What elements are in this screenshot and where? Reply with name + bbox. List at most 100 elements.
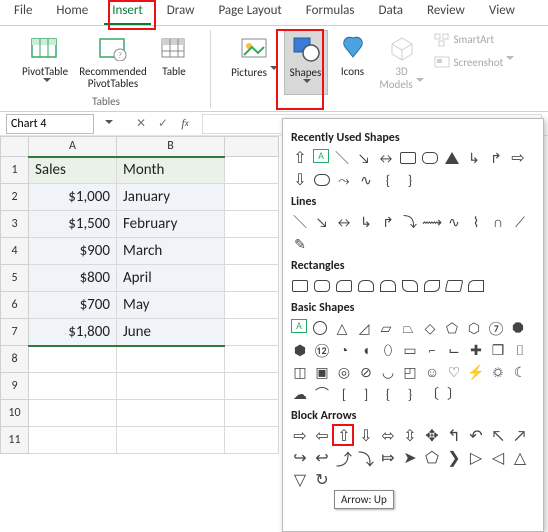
shape-rect[interactable] bbox=[399, 149, 417, 167]
shape-text-box[interactable]: A bbox=[313, 149, 329, 163]
bshape-nosymbol[interactable]: ⊘ bbox=[357, 363, 375, 381]
rect-7[interactable] bbox=[423, 277, 441, 295]
bshape-rtriangle[interactable]: ◿ bbox=[355, 319, 373, 337]
cell-b2[interactable]: January bbox=[117, 184, 225, 211]
cell-c2[interactable] bbox=[225, 184, 279, 211]
tab-home[interactable]: Home bbox=[48, 0, 96, 25]
bshape-moon[interactable]: ☾ bbox=[511, 363, 529, 381]
barrow-right[interactable]: ⇨ bbox=[291, 427, 309, 445]
line-9[interactable]: ⌇ bbox=[467, 213, 485, 231]
shape-down-arrow[interactable]: ⇩ bbox=[291, 171, 309, 189]
bshape-cloud[interactable]: ☁ bbox=[291, 385, 309, 403]
shape-line[interactable]: ＼ bbox=[333, 149, 351, 167]
barrow-leftup[interactable]: ↖ bbox=[489, 427, 507, 445]
shape-rounded-rect2[interactable] bbox=[313, 171, 331, 189]
bshape-parallelogram[interactable]: ▱ bbox=[377, 319, 395, 337]
barrow-curvedup[interactable]: ⤴ bbox=[335, 449, 353, 467]
bshape-dodecagon[interactable]: ⑫ bbox=[313, 341, 331, 359]
bshape-arc[interactable]: ⌒ bbox=[313, 385, 331, 403]
cell-b5[interactable]: April bbox=[117, 265, 225, 292]
cell-c8[interactable] bbox=[225, 346, 279, 373]
bshape-lightning[interactable]: ⚡ bbox=[467, 363, 485, 381]
rect-3[interactable] bbox=[335, 277, 353, 295]
barrow-curvedleft[interactable]: ↩ bbox=[313, 449, 331, 467]
cell-c5[interactable] bbox=[225, 265, 279, 292]
bshape-decagon[interactable]: ⬢ bbox=[291, 341, 309, 359]
barrow-curveddown[interactable]: ⤵ bbox=[357, 449, 375, 467]
cell-a5[interactable]: $800 bbox=[29, 265, 117, 292]
cell-a11[interactable] bbox=[29, 427, 117, 454]
enter-formula-button[interactable]: ✓ bbox=[154, 115, 172, 133]
bshape-cube[interactable]: ◫ bbox=[291, 363, 309, 381]
tab-review[interactable]: Review bbox=[419, 0, 473, 25]
line-6[interactable]: ⤵ bbox=[401, 213, 419, 231]
tab-insert[interactable]: Insert bbox=[104, 0, 151, 25]
shape-curve[interactable]: ∿ bbox=[357, 171, 375, 189]
bshape-hexagon[interactable]: ⬡ bbox=[465, 319, 483, 337]
smartart-button[interactable]: SmartArt bbox=[434, 30, 528, 50]
barrow-chevron[interactable]: ❯ bbox=[445, 449, 463, 467]
cell-a2[interactable]: $1,000 bbox=[29, 184, 117, 211]
col-header-c[interactable] bbox=[225, 137, 279, 157]
barrow-striped[interactable]: ⤇ bbox=[379, 449, 397, 467]
rect-9[interactable] bbox=[467, 277, 485, 295]
rect-2[interactable] bbox=[313, 277, 331, 295]
shape-elbow-arrow[interactable]: ↱ bbox=[487, 149, 505, 167]
cell-a1[interactable]: Sales bbox=[29, 157, 117, 184]
barrow-callout-d[interactable]: ▽ bbox=[291, 471, 309, 489]
bshape-brace-l[interactable]: { bbox=[379, 385, 397, 403]
cell-c10[interactable] bbox=[225, 400, 279, 427]
bshape-can[interactable]: ⌷ bbox=[511, 341, 529, 359]
cell-a10[interactable] bbox=[29, 400, 117, 427]
bshape-octagon[interactable]: ⯃ bbox=[509, 319, 527, 337]
recommended-pivottables-button[interactable]: ? Recommended PivotTables bbox=[77, 30, 149, 92]
bshape-textbox[interactable]: A bbox=[291, 319, 307, 333]
bshape-lshape[interactable]: ⌙ bbox=[445, 341, 463, 359]
bshape-plaque[interactable]: ❒ bbox=[489, 341, 507, 359]
cell-a4[interactable]: $900 bbox=[29, 238, 117, 265]
shape-brace-right[interactable]: } bbox=[401, 171, 419, 189]
shape-up-arrow[interactable]: ⇧ bbox=[291, 149, 309, 167]
barrow-left[interactable]: ⇦ bbox=[313, 427, 331, 445]
line-1[interactable]: ＼ bbox=[291, 213, 309, 231]
name-box-dropdown[interactable] bbox=[98, 115, 116, 133]
bshape-frame[interactable]: ▭ bbox=[401, 341, 419, 359]
barrow-callout-u[interactable]: △ bbox=[511, 449, 529, 467]
rect-1[interactable] bbox=[291, 277, 309, 295]
rect-6[interactable] bbox=[401, 277, 419, 295]
cell-b10[interactable] bbox=[117, 400, 225, 427]
cell-b4[interactable]: March bbox=[117, 238, 225, 265]
bshape-halfframe[interactable]: ⌐ bbox=[423, 341, 441, 359]
shape-arrow-line[interactable]: ↘ bbox=[355, 149, 373, 167]
bshape-diamond[interactable]: ◇ bbox=[421, 319, 439, 337]
bshape-doublebrace[interactable]: 〕 bbox=[445, 385, 463, 403]
bshape-doublebracket[interactable]: 〔 bbox=[423, 385, 441, 403]
bshape-sun[interactable]: ☼ bbox=[489, 363, 507, 381]
shape-rounded-rect[interactable] bbox=[421, 149, 439, 167]
cell-a3[interactable]: $1,500 bbox=[29, 211, 117, 238]
col-header-b[interactable]: B bbox=[117, 137, 225, 157]
bshape-foldedcorner[interactable]: ◰ bbox=[401, 363, 419, 381]
line-12[interactable]: ✎ bbox=[291, 235, 309, 253]
barrow-leftright[interactable]: ⬄ bbox=[379, 427, 397, 445]
bshape-chord[interactable]: ◖ bbox=[357, 341, 375, 359]
cancel-formula-button[interactable]: ✕ bbox=[132, 115, 150, 133]
barrow-callout-l[interactable]: ◁ bbox=[489, 449, 507, 467]
tab-file[interactable]: File bbox=[6, 0, 40, 25]
barrow-bent[interactable]: ↰ bbox=[445, 427, 463, 445]
barrow-quad[interactable]: ✥ bbox=[423, 427, 441, 445]
tab-view[interactable]: View bbox=[481, 0, 523, 25]
bshape-brace-r[interactable]: } bbox=[401, 385, 419, 403]
rect-8[interactable] bbox=[445, 277, 463, 295]
bshape-bracket-r[interactable]: ] bbox=[357, 385, 375, 403]
shape-triangle[interactable] bbox=[443, 149, 461, 167]
cell-b3[interactable]: February bbox=[117, 211, 225, 238]
bshape-heart[interactable]: ♡ bbox=[445, 363, 463, 381]
cell-c9[interactable] bbox=[225, 373, 279, 400]
shape-right-arrow[interactable]: ⇨ bbox=[509, 149, 527, 167]
bshape-pentagon[interactable]: ⬠ bbox=[443, 319, 461, 337]
cell-b9[interactable] bbox=[117, 373, 225, 400]
select-all-corner[interactable] bbox=[1, 137, 29, 157]
barrow-circular[interactable]: ↻ bbox=[313, 471, 331, 489]
bshape-cross[interactable]: ✚ bbox=[467, 341, 485, 359]
